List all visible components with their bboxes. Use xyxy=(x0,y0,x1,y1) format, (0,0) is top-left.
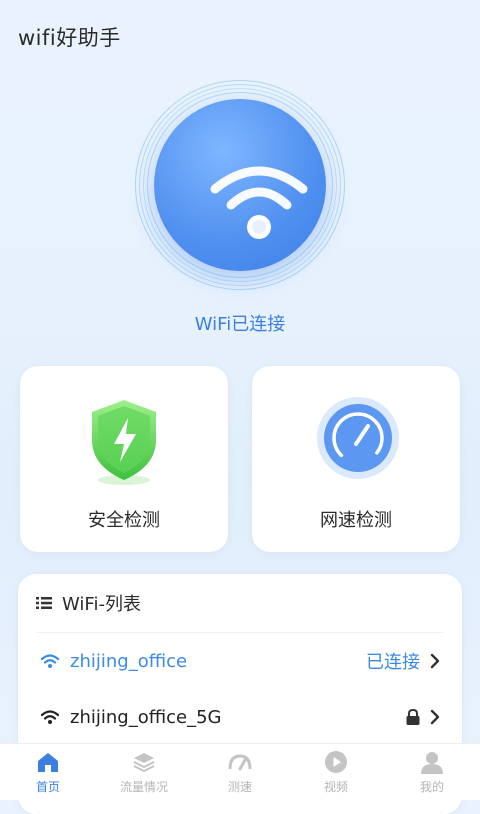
shield-icon xyxy=(92,400,156,485)
divider xyxy=(36,632,444,633)
nav-traffic[interactable]: 流量情况 xyxy=(96,744,192,800)
nav-label: 首页 xyxy=(35,780,60,794)
nav-label: 测速 xyxy=(227,780,252,794)
wifi-ssid: zhijing_office xyxy=(70,650,188,672)
nav-speed-test[interactable]: 测速 xyxy=(192,744,288,800)
wifi-list-title: WiFi-列表 xyxy=(62,594,141,615)
wifi-large-icon xyxy=(210,166,308,239)
speed-test-label: 网速检测 xyxy=(320,510,392,531)
hero-core xyxy=(154,99,326,271)
bottom-navigation: 首页 流量情况 测速 视频 我的 xyxy=(0,743,480,800)
layers-icon xyxy=(133,753,155,773)
user-icon xyxy=(421,752,443,774)
nav-profile[interactable]: 我的 xyxy=(384,744,480,800)
chevron-right-icon xyxy=(430,709,440,725)
security-check-card[interactable]: 安全检测 xyxy=(20,366,228,552)
list-icon xyxy=(36,597,52,609)
nav-label: 视频 xyxy=(323,780,348,794)
app-title: wifi好助手 xyxy=(18,26,121,50)
nav-home[interactable]: 首页 xyxy=(0,744,96,800)
lock-icon xyxy=(406,708,420,725)
wifi-signal-icon xyxy=(40,654,60,668)
wifi-row-actions xyxy=(404,708,442,726)
nav-label: 我的 xyxy=(419,780,444,794)
wifi-status-hero[interactable] xyxy=(135,80,345,290)
home-icon xyxy=(38,753,58,772)
speedometer-icon xyxy=(228,754,252,771)
speedometer-icon xyxy=(317,397,399,479)
wifi-ssid: zhijing_office_5G xyxy=(70,706,222,728)
nav-label: 流量情况 xyxy=(119,780,168,794)
connected-status: 已连接 xyxy=(366,652,420,673)
wifi-row-actions: 已连接 xyxy=(366,648,442,674)
nav-video[interactable]: 视频 xyxy=(288,744,384,800)
wifi-network-row[interactable]: zhijing_office_5G xyxy=(40,702,442,732)
connection-status-text: WiFi已连接 xyxy=(194,314,286,335)
chevron-right-icon xyxy=(430,653,440,669)
play-icon xyxy=(325,751,347,773)
security-check-label: 安全检测 xyxy=(88,510,160,531)
speed-test-card[interactable]: 网速检测 xyxy=(252,366,460,552)
wifi-network-row[interactable]: zhijing_office 已连接 xyxy=(40,646,442,676)
wifi-signal-icon xyxy=(40,710,60,724)
wifi-list-header: WiFi-列表 xyxy=(36,592,141,615)
